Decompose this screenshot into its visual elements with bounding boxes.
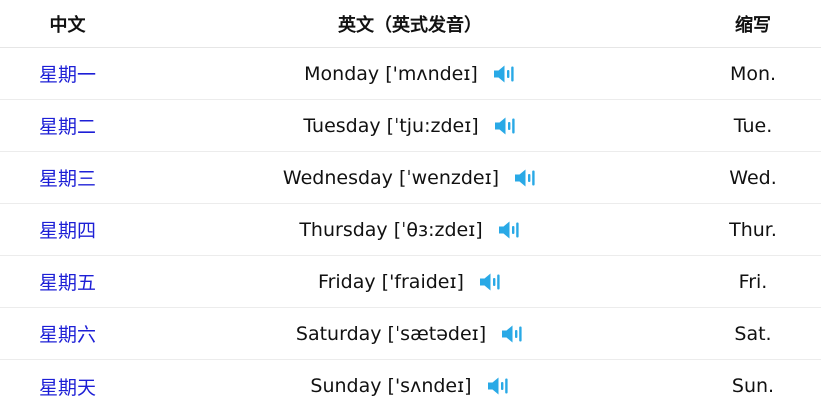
abbreviation-text: Sun. xyxy=(732,375,774,397)
speaker-icon[interactable] xyxy=(478,271,502,293)
cell-chinese: 星期四 xyxy=(0,204,135,256)
chinese-day-link[interactable]: 星期二 xyxy=(39,116,96,138)
cell-abbreviation: Fri. xyxy=(685,256,821,308)
cell-chinese: 星期一 xyxy=(0,48,135,100)
english-pronunciation: Friday ['fraideɪ] xyxy=(318,271,502,293)
table-row: 星期二 Tuesday [ˈtju:zdeɪ] Tue. xyxy=(0,100,821,152)
chinese-day-link[interactable]: 星期三 xyxy=(39,168,96,190)
table-row: 星期天 Sunday ['sʌndeɪ] Sun. xyxy=(0,360,821,412)
table-body: 星期一 Monday ['mʌndeɪ] Mon. 星期二 Tuesday [ˈ… xyxy=(0,48,821,412)
english-pronunciation: Saturday [ˈsætədeɪ] xyxy=(296,323,524,345)
cell-english: Saturday [ˈsætədeɪ] xyxy=(135,308,685,360)
abbreviation-text: Sat. xyxy=(734,323,771,345)
speaker-icon[interactable] xyxy=(493,115,517,137)
english-day-text: Friday ['fraideɪ] xyxy=(318,271,464,293)
english-day-text: Tuesday [ˈtju:zdeɪ] xyxy=(303,115,478,137)
english-pronunciation: Thursday [ˈθɜ:zdeɪ] xyxy=(299,219,520,241)
chinese-day-link[interactable]: 星期一 xyxy=(39,64,96,86)
cell-chinese: 星期三 xyxy=(0,152,135,204)
cell-abbreviation: Tue. xyxy=(685,100,821,152)
chinese-day-link[interactable]: 星期天 xyxy=(39,377,96,399)
chinese-day-link[interactable]: 星期六 xyxy=(39,324,96,346)
english-day-text: Wednesday [ˈwenzdeɪ] xyxy=(283,167,499,189)
abbreviation-text: Fri. xyxy=(739,271,768,293)
weekday-table: 中文 英文（英式发音） 缩写 星期一 Monday ['mʌndeɪ] Mon.… xyxy=(0,0,821,412)
cell-english: Wednesday [ˈwenzdeɪ] xyxy=(135,152,685,204)
english-day-text: Thursday [ˈθɜ:zdeɪ] xyxy=(299,219,482,241)
english-day-text: Sunday ['sʌndeɪ] xyxy=(310,375,471,397)
speaker-icon[interactable] xyxy=(492,63,516,85)
chinese-day-link[interactable]: 星期五 xyxy=(39,272,96,294)
table-row: 星期五 Friday ['fraideɪ] Fri. xyxy=(0,256,821,308)
header-abbreviation: 缩写 xyxy=(685,0,821,48)
english-pronunciation: Monday ['mʌndeɪ] xyxy=(304,63,516,85)
cell-abbreviation: Mon. xyxy=(685,48,821,100)
cell-abbreviation: Wed. xyxy=(685,152,821,204)
cell-chinese: 星期天 xyxy=(0,360,135,412)
english-day-text: Saturday [ˈsætədeɪ] xyxy=(296,323,486,345)
table-row: 星期三 Wednesday [ˈwenzdeɪ] Wed. xyxy=(0,152,821,204)
abbreviation-text: Wed. xyxy=(729,167,776,189)
speaker-icon[interactable] xyxy=(497,219,521,241)
english-pronunciation: Tuesday [ˈtju:zdeɪ] xyxy=(303,115,516,137)
speaker-icon[interactable] xyxy=(500,323,524,345)
header-row: 中文 英文（英式发音） 缩写 xyxy=(0,0,821,48)
speaker-icon[interactable] xyxy=(513,167,537,189)
english-pronunciation: Wednesday [ˈwenzdeɪ] xyxy=(283,167,537,189)
cell-english: Tuesday [ˈtju:zdeɪ] xyxy=(135,100,685,152)
header-chinese: 中文 xyxy=(0,0,135,48)
table-row: 星期六 Saturday [ˈsætədeɪ] Sat. xyxy=(0,308,821,360)
header-english: 英文（英式发音） xyxy=(135,0,685,48)
english-day-text: Monday ['mʌndeɪ] xyxy=(304,63,478,85)
cell-english: Monday ['mʌndeɪ] xyxy=(135,48,685,100)
abbreviation-text: Mon. xyxy=(730,63,776,85)
cell-english: Friday ['fraideɪ] xyxy=(135,256,685,308)
table-row: 星期一 Monday ['mʌndeɪ] Mon. xyxy=(0,48,821,100)
cell-english: Sunday ['sʌndeɪ] xyxy=(135,360,685,412)
cell-chinese: 星期二 xyxy=(0,100,135,152)
speaker-icon[interactable] xyxy=(486,375,510,397)
cell-english: Thursday [ˈθɜ:zdeɪ] xyxy=(135,204,685,256)
cell-chinese: 星期六 xyxy=(0,308,135,360)
abbreviation-text: Thur. xyxy=(729,219,777,241)
english-pronunciation: Sunday ['sʌndeɪ] xyxy=(310,375,509,397)
cell-chinese: 星期五 xyxy=(0,256,135,308)
cell-abbreviation: Sun. xyxy=(685,360,821,412)
table-header: 中文 英文（英式发音） 缩写 xyxy=(0,0,821,48)
table-row: 星期四 Thursday [ˈθɜ:zdeɪ] Thur. xyxy=(0,204,821,256)
abbreviation-text: Tue. xyxy=(734,115,773,137)
chinese-day-link[interactable]: 星期四 xyxy=(39,220,96,242)
cell-abbreviation: Sat. xyxy=(685,308,821,360)
cell-abbreviation: Thur. xyxy=(685,204,821,256)
